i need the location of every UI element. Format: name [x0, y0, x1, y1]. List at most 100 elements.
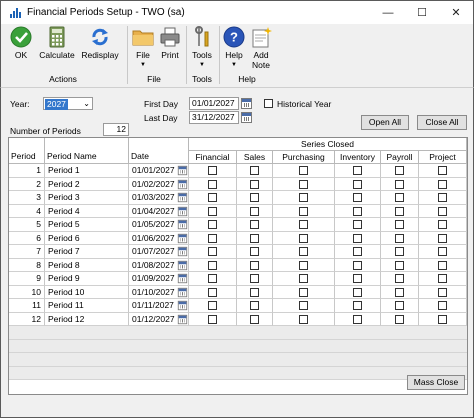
financial-closed-checkbox[interactable] — [208, 287, 217, 297]
close-button[interactable]: ✕ — [439, 1, 473, 24]
financial-closed-checkbox[interactable] — [208, 314, 217, 324]
column-header-sales[interactable]: Sales — [237, 151, 273, 164]
cell-period[interactable]: 4 — [9, 204, 45, 218]
payroll-closed-checkbox[interactable] — [395, 206, 404, 216]
year-dropdown[interactable]: 2027 ⌄ — [43, 97, 93, 110]
inventory-closed-checkbox[interactable] — [353, 301, 362, 310]
payroll-closed-checkbox[interactable] — [395, 287, 404, 297]
column-header-date[interactable]: Date — [129, 138, 189, 164]
cell-period-name[interactable]: Period 8 — [45, 258, 129, 272]
payroll-closed-checkbox[interactable] — [395, 179, 404, 189]
calendar-icon[interactable] — [177, 300, 188, 311]
empty-row[interactable] — [9, 326, 467, 340]
empty-row[interactable] — [9, 339, 467, 353]
table-row[interactable]: 12 Period 12 01/12/2027 — [9, 312, 467, 326]
cell-period[interactable]: 3 — [9, 191, 45, 205]
payroll-closed-checkbox[interactable] — [395, 260, 404, 270]
payroll-closed-checkbox[interactable] — [395, 274, 404, 283]
project-closed-checkbox[interactable] — [438, 220, 447, 229]
sales-closed-checkbox[interactable] — [250, 206, 259, 216]
ok-button[interactable]: OK — [7, 26, 35, 60]
cell-period[interactable]: 10 — [9, 285, 45, 299]
cell-period[interactable]: 11 — [9, 299, 45, 313]
project-closed-checkbox[interactable] — [438, 314, 447, 324]
column-header-purchasing[interactable]: Purchasing — [273, 151, 335, 164]
purchasing-closed-checkbox[interactable] — [299, 260, 308, 270]
maximize-button[interactable]: ☐ — [405, 1, 439, 24]
empty-row[interactable] — [9, 366, 467, 380]
project-closed-checkbox[interactable] — [438, 274, 447, 283]
sales-closed-checkbox[interactable] — [250, 220, 259, 229]
purchasing-closed-checkbox[interactable] — [299, 166, 308, 175]
purchasing-closed-checkbox[interactable] — [299, 301, 308, 310]
open-all-button[interactable]: Open All — [361, 115, 409, 130]
calendar-icon[interactable] — [177, 192, 188, 203]
payroll-closed-checkbox[interactable] — [395, 193, 404, 202]
project-closed-checkbox[interactable] — [438, 166, 447, 175]
payroll-closed-checkbox[interactable] — [395, 247, 404, 256]
inventory-closed-checkbox[interactable] — [353, 220, 362, 229]
sales-closed-checkbox[interactable] — [250, 301, 259, 310]
cell-period[interactable]: 1 — [9, 164, 45, 178]
inventory-closed-checkbox[interactable] — [353, 314, 362, 324]
financial-closed-checkbox[interactable] — [208, 260, 217, 270]
financial-closed-checkbox[interactable] — [208, 247, 217, 256]
empty-row[interactable] — [9, 353, 467, 367]
financial-closed-checkbox[interactable] — [208, 301, 217, 310]
table-row[interactable]: 11 Period 11 01/11/2027 — [9, 299, 467, 313]
tools-menu-button[interactable]: Tools ▼ — [189, 26, 215, 70]
calendar-icon[interactable] — [177, 273, 188, 284]
calendar-icon[interactable] — [241, 112, 252, 123]
cell-period[interactable]: 5 — [9, 218, 45, 232]
table-row[interactable]: 8 Period 8 01/08/2027 — [9, 258, 467, 272]
purchasing-closed-checkbox[interactable] — [299, 247, 308, 256]
purchasing-closed-checkbox[interactable] — [299, 220, 308, 229]
project-closed-checkbox[interactable] — [438, 206, 447, 216]
purchasing-closed-checkbox[interactable] — [299, 314, 308, 324]
purchasing-closed-checkbox[interactable] — [299, 287, 308, 297]
first-day-field[interactable]: 01/01/2027 — [189, 97, 239, 110]
inventory-closed-checkbox[interactable] — [353, 166, 362, 175]
calendar-icon[interactable] — [177, 206, 188, 216]
table-row[interactable]: 5 Period 5 01/05/2027 — [9, 218, 467, 232]
cell-period-name[interactable]: Period 11 — [45, 299, 129, 313]
column-header-inventory[interactable]: Inventory — [335, 151, 381, 164]
cell-period-name[interactable]: Period 4 — [45, 204, 129, 218]
inventory-closed-checkbox[interactable] — [353, 247, 362, 256]
calendar-icon[interactable] — [177, 179, 188, 189]
calendar-icon[interactable] — [177, 165, 188, 176]
payroll-closed-checkbox[interactable] — [395, 220, 404, 229]
help-menu-button[interactable]: ? Help ▼ — [222, 26, 246, 70]
column-header-financial[interactable]: Financial — [189, 151, 237, 164]
column-header-period-name[interactable]: Period Name — [45, 138, 129, 164]
project-closed-checkbox[interactable] — [438, 193, 447, 202]
sales-closed-checkbox[interactable] — [250, 166, 259, 175]
sales-closed-checkbox[interactable] — [250, 179, 259, 189]
cell-period-name[interactable]: Period 5 — [45, 218, 129, 232]
minimize-button[interactable]: — — [371, 1, 405, 24]
purchasing-closed-checkbox[interactable] — [299, 179, 308, 189]
cell-period-name[interactable]: Period 10 — [45, 285, 129, 299]
purchasing-closed-checkbox[interactable] — [299, 274, 308, 283]
cell-period[interactable]: 8 — [9, 258, 45, 272]
sales-closed-checkbox[interactable] — [250, 260, 259, 270]
cell-period[interactable]: 12 — [9, 312, 45, 326]
print-button[interactable]: Print — [157, 26, 183, 60]
table-row[interactable]: 6 Period 6 01/06/2027 — [9, 231, 467, 245]
purchasing-closed-checkbox[interactable] — [299, 206, 308, 216]
payroll-closed-checkbox[interactable] — [395, 166, 404, 175]
inventory-closed-checkbox[interactable] — [353, 206, 362, 216]
historical-year-checkbox[interactable] — [264, 99, 273, 108]
cell-period-name[interactable]: Period 12 — [45, 312, 129, 326]
inventory-closed-checkbox[interactable] — [353, 233, 362, 243]
project-closed-checkbox[interactable] — [438, 179, 447, 189]
cell-period-name[interactable]: Period 7 — [45, 245, 129, 259]
cell-period[interactable]: 2 — [9, 177, 45, 191]
inventory-closed-checkbox[interactable] — [353, 274, 362, 283]
financial-closed-checkbox[interactable] — [208, 274, 217, 283]
mass-close-button[interactable]: Mass Close — [407, 375, 465, 390]
calendar-icon[interactable] — [241, 98, 252, 109]
redisplay-button[interactable]: Redisplay — [80, 26, 120, 60]
project-closed-checkbox[interactable] — [438, 247, 447, 256]
calendar-icon[interactable] — [177, 219, 188, 230]
